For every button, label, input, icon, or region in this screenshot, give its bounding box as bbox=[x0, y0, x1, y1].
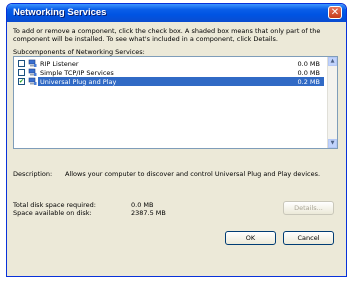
description-text: Allows your computer to discover and con… bbox=[65, 170, 321, 178]
disk-required-value: 0.0 MB bbox=[131, 201, 154, 209]
component-size: 0.0 MB bbox=[297, 69, 320, 77]
ok-button[interactable]: OK bbox=[225, 231, 276, 245]
component-name: Simple TCP/IP Services bbox=[40, 69, 114, 77]
disk-available-value: 2387.5 MB bbox=[131, 209, 166, 217]
cancel-button[interactable]: Cancel bbox=[283, 231, 334, 245]
description-label: Description: bbox=[13, 170, 53, 178]
components-list[interactable]: RIP Listener 0.0 MB Simple TCP/IP Servic… bbox=[13, 56, 338, 149]
component-size: 0.0 MB bbox=[297, 60, 320, 68]
scroll-down-icon[interactable]: ▼ bbox=[328, 139, 337, 148]
details-button[interactable]: Details... bbox=[283, 201, 334, 215]
disk-available-label: Space available on disk: bbox=[13, 209, 92, 217]
subcomponents-label: Subcomponents of Networking Services: bbox=[13, 48, 145, 56]
intro-text: To add or remove a component, click the … bbox=[13, 27, 321, 43]
vertical-scrollbar[interactable]: ▲ ▼ bbox=[327, 57, 337, 148]
network-computer-icon bbox=[28, 77, 37, 85]
checkbox[interactable] bbox=[18, 60, 25, 67]
network-computer-icon bbox=[28, 68, 37, 76]
checkbox-checked[interactable]: ✔ bbox=[18, 78, 25, 85]
window-title: Networking Services bbox=[13, 7, 107, 18]
network-computer-icon bbox=[28, 59, 37, 67]
networking-services-dialog: Networking Services ✕ To add or remove a… bbox=[6, 3, 347, 277]
close-button[interactable]: ✕ bbox=[328, 6, 342, 19]
checkbox[interactable] bbox=[18, 69, 25, 76]
title-bar[interactable]: Networking Services ✕ bbox=[7, 4, 346, 22]
component-name: Universal Plug and Play bbox=[40, 78, 117, 86]
list-item[interactable]: Simple TCP/IP Services 0.0 MB bbox=[16, 68, 324, 77]
component-name: RIP Listener bbox=[40, 60, 79, 68]
disk-required-label: Total disk space required: bbox=[13, 201, 96, 209]
scroll-up-icon[interactable]: ▲ bbox=[328, 57, 337, 66]
list-item[interactable]: RIP Listener 0.0 MB bbox=[16, 59, 324, 68]
component-size: 0.2 MB bbox=[297, 78, 320, 86]
list-item-selected[interactable]: ✔ Universal Plug and Play 0.2 MB bbox=[16, 77, 324, 86]
